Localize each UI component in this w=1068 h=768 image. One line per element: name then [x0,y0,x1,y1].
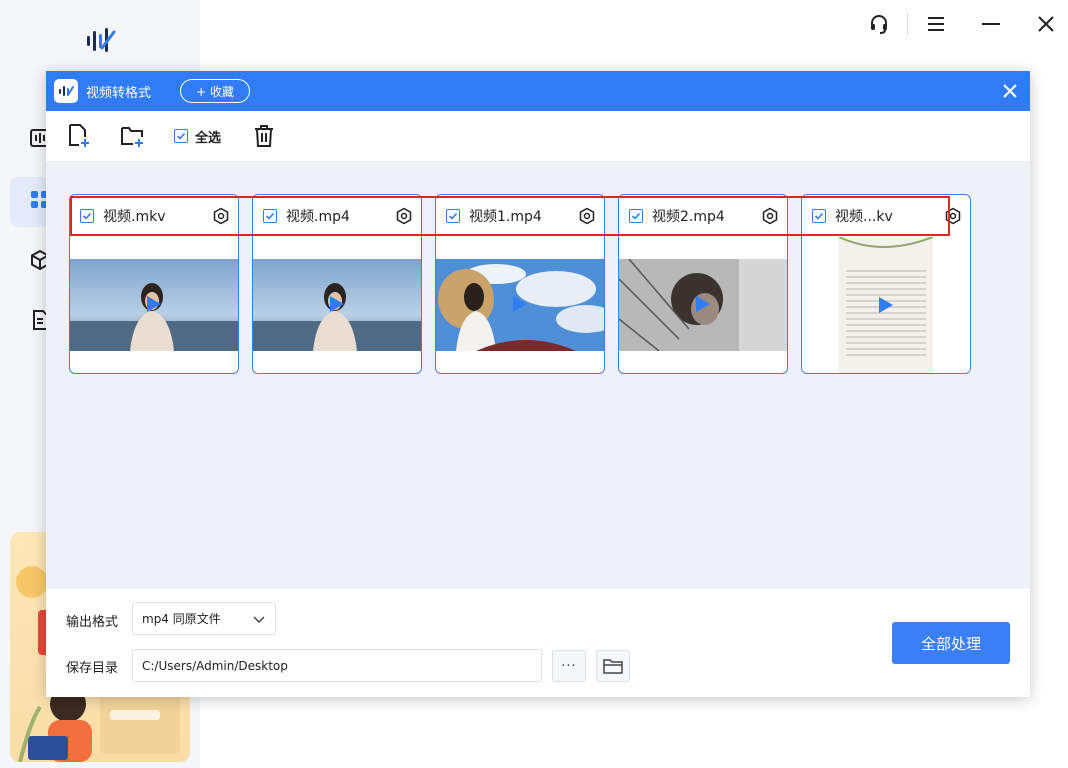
chevron-down-icon [253,616,265,624]
menu-icon [928,17,944,31]
select-all-toggle[interactable]: 全选 [174,127,221,146]
file-card[interactable]: 视频1.mp4 [435,194,605,374]
check-icon [814,212,824,220]
check-icon [82,212,92,220]
settings-icon[interactable] [761,207,779,225]
trash-icon [255,125,274,147]
file-card-header: 视频1.mp4 [436,195,604,237]
file-name: 视频.mkv [103,209,166,225]
add-file-icon [69,124,89,147]
window-controls [838,10,1060,38]
file-card[interactable]: 视频2.mp4 [618,194,788,374]
dialog-toolbar: 全选 [46,111,1030,161]
file-card[interactable]: 视频...kv [801,194,971,374]
favorite-button[interactable]: + 收藏 [180,79,251,103]
dialog-logo-icon [54,79,78,103]
add-folder-icon [121,127,143,147]
controls-divider [907,13,908,35]
dialog-close-icon[interactable] [1000,81,1020,101]
dialog-title: 视频转格式 [86,85,152,101]
file-name: 视频.mp4 [286,209,350,225]
headset-icon [871,15,887,34]
play-icon[interactable] [696,296,710,312]
check-icon [176,132,186,140]
add-folder-button[interactable] [120,123,146,149]
file-name: 视频1.mp4 [469,209,542,225]
file-checkbox[interactable] [812,209,826,223]
output-format-value: mp4 同原文件 [142,612,221,626]
dialog-titlebar: 视频转格式 + 收藏 [46,71,1030,111]
play-icon[interactable] [147,296,161,312]
minimize-button[interactable] [977,10,1005,38]
close-app-button[interactable] [1032,10,1060,38]
play-icon[interactable] [879,297,893,313]
save-path-input[interactable] [132,649,542,682]
play-icon[interactable] [330,296,344,312]
file-card[interactable]: 视频.mp4 [252,194,422,374]
file-name: 视频2.mp4 [652,209,725,225]
select-all-checkbox[interactable] [174,129,188,143]
file-card-header: 视频.mp4 [253,195,421,237]
play-icon[interactable] [513,296,527,312]
select-all-label: 全选 [195,130,222,146]
video-thumbnail[interactable] [802,237,970,373]
output-format-label: 输出格式 [66,615,119,630]
add-file-button[interactable] [66,123,92,149]
open-folder-button[interactable] [596,650,630,682]
process-all-button[interactable]: 全部处理 [892,622,1010,664]
browse-more-button[interactable]: ··· [552,650,586,682]
file-card-header: 视频...kv [802,195,970,237]
file-card-header: 视频.mkv [70,195,238,237]
file-list-area: 视频.mkv 视频.mp4 视频1.mp4 视频2.mp4 视频...kv [46,161,1030,589]
file-checkbox[interactable] [446,209,460,223]
check-icon [631,212,641,220]
video-thumbnail[interactable] [70,259,238,351]
video-thumbnail[interactable] [436,259,604,351]
video-thumbnail[interactable] [619,259,787,351]
output-format-select[interactable]: mp4 同原文件 [132,602,276,635]
file-checkbox[interactable] [263,209,277,223]
more-icon: ··· [561,658,577,674]
video-convert-dialog: 视频转格式 + 收藏 全选 视频.mkv 视频.mp4 视频1.mp4 视频2.… [46,71,1030,697]
close-icon [1038,16,1054,32]
menu-button[interactable] [922,10,950,38]
settings-icon[interactable] [944,207,962,225]
file-card[interactable]: 视频.mkv [69,194,239,374]
file-name: 视频...kv [835,209,893,225]
settings-icon[interactable] [212,207,230,225]
minimize-icon [982,23,1000,25]
check-icon [265,212,275,220]
output-settings: 输出格式 mp4 同原文件 保存目录 ··· 全部处理 [46,589,1030,697]
support-button[interactable] [865,10,893,38]
delete-button[interactable] [251,123,277,149]
settings-icon[interactable] [578,207,596,225]
save-dir-label: 保存目录 [66,661,119,676]
file-card-header: 视频2.mp4 [619,195,787,237]
settings-icon[interactable] [395,207,413,225]
app-logo-icon [87,28,116,52]
video-thumbnail[interactable] [253,259,421,351]
file-checkbox[interactable] [629,209,643,223]
check-icon [448,212,458,220]
folder-icon [603,659,623,674]
file-checkbox[interactable] [80,209,94,223]
